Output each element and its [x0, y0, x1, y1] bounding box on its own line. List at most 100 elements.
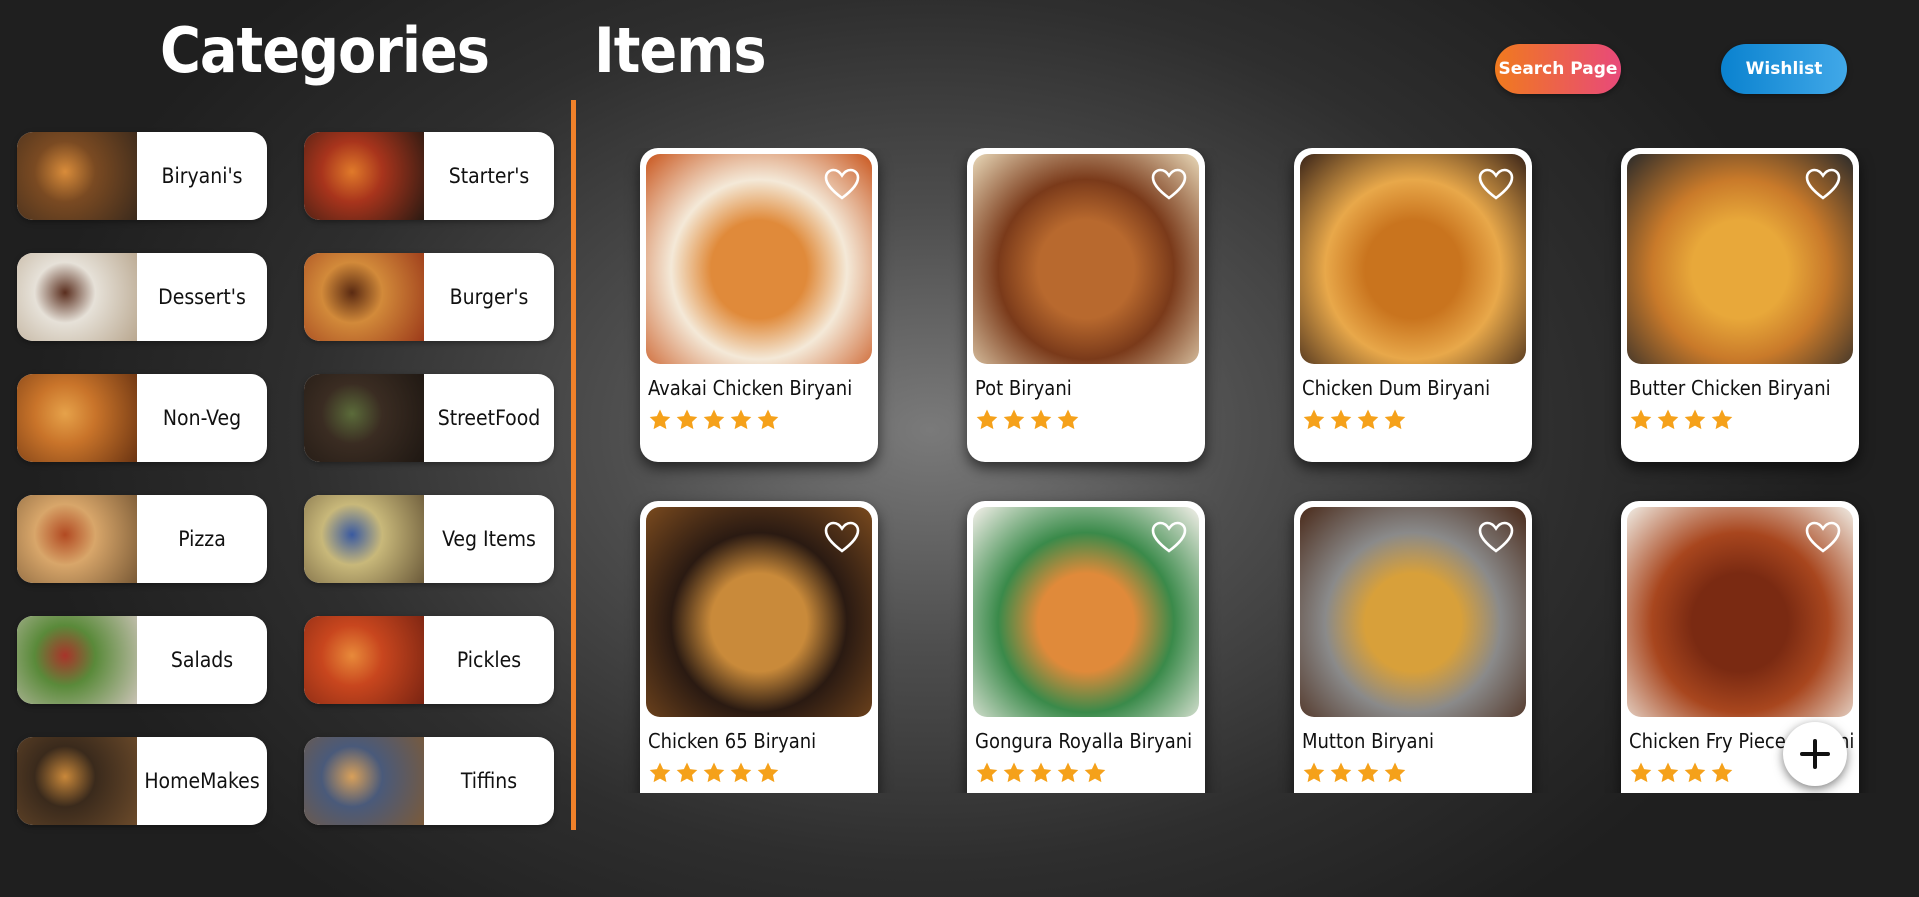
rating-stars: [648, 761, 780, 785]
item-name: Chicken 65 Biryani: [648, 729, 817, 753]
category-image: [304, 253, 424, 341]
category-image: [304, 616, 424, 704]
item-image: [1627, 507, 1853, 717]
items-title: Items: [594, 14, 767, 87]
star-icon: [676, 409, 698, 430]
rating-stars: [1629, 408, 1734, 432]
item-image: [1300, 154, 1526, 364]
star-icon: [1630, 409, 1652, 430]
item-card[interactable]: Gongura Royalla Biryani: [967, 501, 1205, 793]
star-icon: [976, 762, 998, 783]
heart-icon[interactable]: [1805, 168, 1841, 200]
star-icon: [703, 409, 725, 430]
star-icon: [1003, 409, 1025, 430]
item-name: Butter Chicken Biryani: [1629, 376, 1831, 400]
category-label: HomeMakes: [144, 769, 260, 793]
star-icon: [649, 409, 671, 430]
heart-icon[interactable]: [1478, 168, 1514, 200]
category-card[interactable]: HomeMakes: [17, 737, 267, 825]
star-icon: [976, 409, 998, 430]
item-card[interactable]: Chicken 65 Biryani: [640, 501, 878, 793]
star-icon: [1384, 762, 1406, 783]
item-name: Avakai Chicken Biryani: [648, 376, 853, 400]
item-card[interactable]: Chicken Dum Biryani: [1294, 148, 1532, 462]
category-card[interactable]: Salads: [17, 616, 267, 704]
categories-grid: Biryani's Starter's Dessert's Burger's Non-V…: [17, 132, 554, 825]
category-card[interactable]: Non-Veg: [17, 374, 267, 462]
star-icon: [1657, 409, 1679, 430]
star-icon: [730, 762, 752, 783]
category-label: Tiffins: [460, 769, 518, 793]
item-card[interactable]: Butter Chicken Biryani: [1621, 148, 1859, 462]
heart-icon[interactable]: [1805, 521, 1841, 553]
rating-stars: [648, 408, 780, 432]
heart-icon[interactable]: [1151, 521, 1187, 553]
star-icon: [1357, 409, 1379, 430]
star-icon: [1303, 762, 1325, 783]
item-name: Pot Biryani: [975, 376, 1072, 400]
category-card[interactable]: Pickles: [304, 616, 554, 704]
item-card[interactable]: Mutton Biryani: [1294, 501, 1532, 793]
category-image: [17, 737, 137, 825]
category-label: Burger's: [449, 285, 529, 309]
star-icon: [1711, 762, 1733, 783]
heart-icon[interactable]: [1478, 521, 1514, 553]
rating-stars: [975, 761, 1107, 785]
category-label: Dessert's: [158, 285, 246, 309]
item-name: Mutton Biryani: [1302, 729, 1434, 753]
star-icon: [1057, 409, 1079, 430]
rating-stars: [1629, 761, 1734, 785]
rating-stars: [1302, 408, 1407, 432]
category-label: Starter's: [448, 164, 530, 188]
item-image: [646, 154, 872, 364]
search-page-button[interactable]: Search Page: [1495, 44, 1621, 94]
item-image: [1627, 154, 1853, 364]
category-image: [304, 374, 424, 462]
star-icon: [1657, 762, 1679, 783]
items-grid: Avakai Chicken Biryani Pot Biryani Chicken…: [590, 148, 1890, 793]
category-card[interactable]: Tiffins: [304, 737, 554, 825]
category-image: [304, 495, 424, 583]
heart-icon[interactable]: [1151, 168, 1187, 200]
category-card[interactable]: Burger's: [304, 253, 554, 341]
category-card[interactable]: StreetFood: [304, 374, 554, 462]
item-image: [973, 507, 1199, 717]
category-card[interactable]: Pizza: [17, 495, 267, 583]
plus-icon: [1800, 739, 1830, 769]
star-icon: [1684, 762, 1706, 783]
star-icon: [1030, 409, 1052, 430]
star-icon: [1084, 762, 1106, 783]
category-image: [17, 132, 137, 220]
star-icon: [676, 762, 698, 783]
category-image: [304, 737, 424, 825]
item-card[interactable]: Pot Biryani: [967, 148, 1205, 462]
star-icon: [1330, 409, 1352, 430]
category-card[interactable]: Dessert's: [17, 253, 267, 341]
star-icon: [1711, 409, 1733, 430]
star-icon: [1003, 762, 1025, 783]
heart-icon[interactable]: [824, 168, 860, 200]
section-divider: [571, 100, 576, 830]
item-image: [1300, 507, 1526, 717]
category-image: [17, 495, 137, 583]
category-card[interactable]: Veg Items: [304, 495, 554, 583]
star-icon: [1303, 409, 1325, 430]
item-image: [973, 154, 1199, 364]
category-label: Non-Veg: [162, 406, 242, 430]
category-label: Veg Items: [442, 527, 536, 551]
item-card[interactable]: Avakai Chicken Biryani: [640, 148, 878, 462]
star-icon: [1057, 762, 1079, 783]
category-image: [17, 374, 137, 462]
heart-icon[interactable]: [824, 521, 860, 553]
category-label: Pickles: [456, 648, 522, 672]
star-icon: [1384, 409, 1406, 430]
wishlist-button[interactable]: Wishlist: [1721, 44, 1847, 94]
category-card[interactable]: Biryani's: [17, 132, 267, 220]
star-icon: [757, 409, 779, 430]
categories-title: Categories: [160, 14, 490, 87]
category-card[interactable]: Starter's: [304, 132, 554, 220]
add-button[interactable]: [1783, 722, 1847, 786]
star-icon: [1357, 762, 1379, 783]
star-icon: [757, 762, 779, 783]
category-image: [17, 253, 137, 341]
